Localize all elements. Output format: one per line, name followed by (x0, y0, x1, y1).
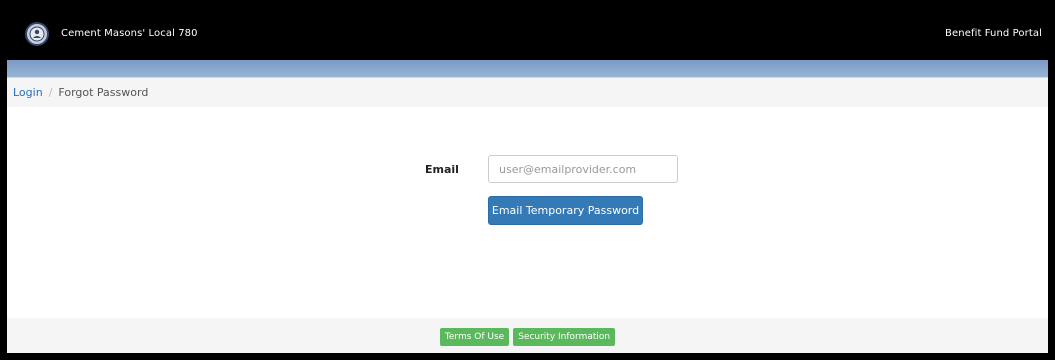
union-seal-icon (25, 21, 49, 46)
footer: Terms Of Use Security Information (7, 318, 1048, 353)
email-temporary-password-button[interactable]: Email Temporary Password (488, 196, 643, 225)
breadcrumb-current: Forgot Password (58, 86, 149, 99)
accent-band (7, 60, 1048, 78)
brand[interactable]: Cement Masons' Local 780 (25, 21, 198, 46)
breadcrumb-login-link[interactable]: Login (13, 86, 43, 99)
breadcrumb-separator: / (48, 86, 53, 99)
portal-label: Benefit Fund Portal (945, 28, 1042, 39)
email-field[interactable] (488, 155, 678, 183)
top-navbar: Cement Masons' Local 780 Benefit Fund Po… (7, 7, 1048, 60)
security-information-link[interactable]: Security Information (513, 327, 616, 346)
app-window: Cement Masons' Local 780 Benefit Fund Po… (7, 7, 1048, 353)
forgot-password-form: Email Email Temporary Password (7, 107, 1048, 318)
breadcrumb: Login / Forgot Password (7, 78, 1048, 107)
email-label: Email (425, 163, 459, 176)
brand-title: Cement Masons' Local 780 (61, 28, 198, 39)
terms-of-use-link[interactable]: Terms Of Use (439, 327, 510, 346)
